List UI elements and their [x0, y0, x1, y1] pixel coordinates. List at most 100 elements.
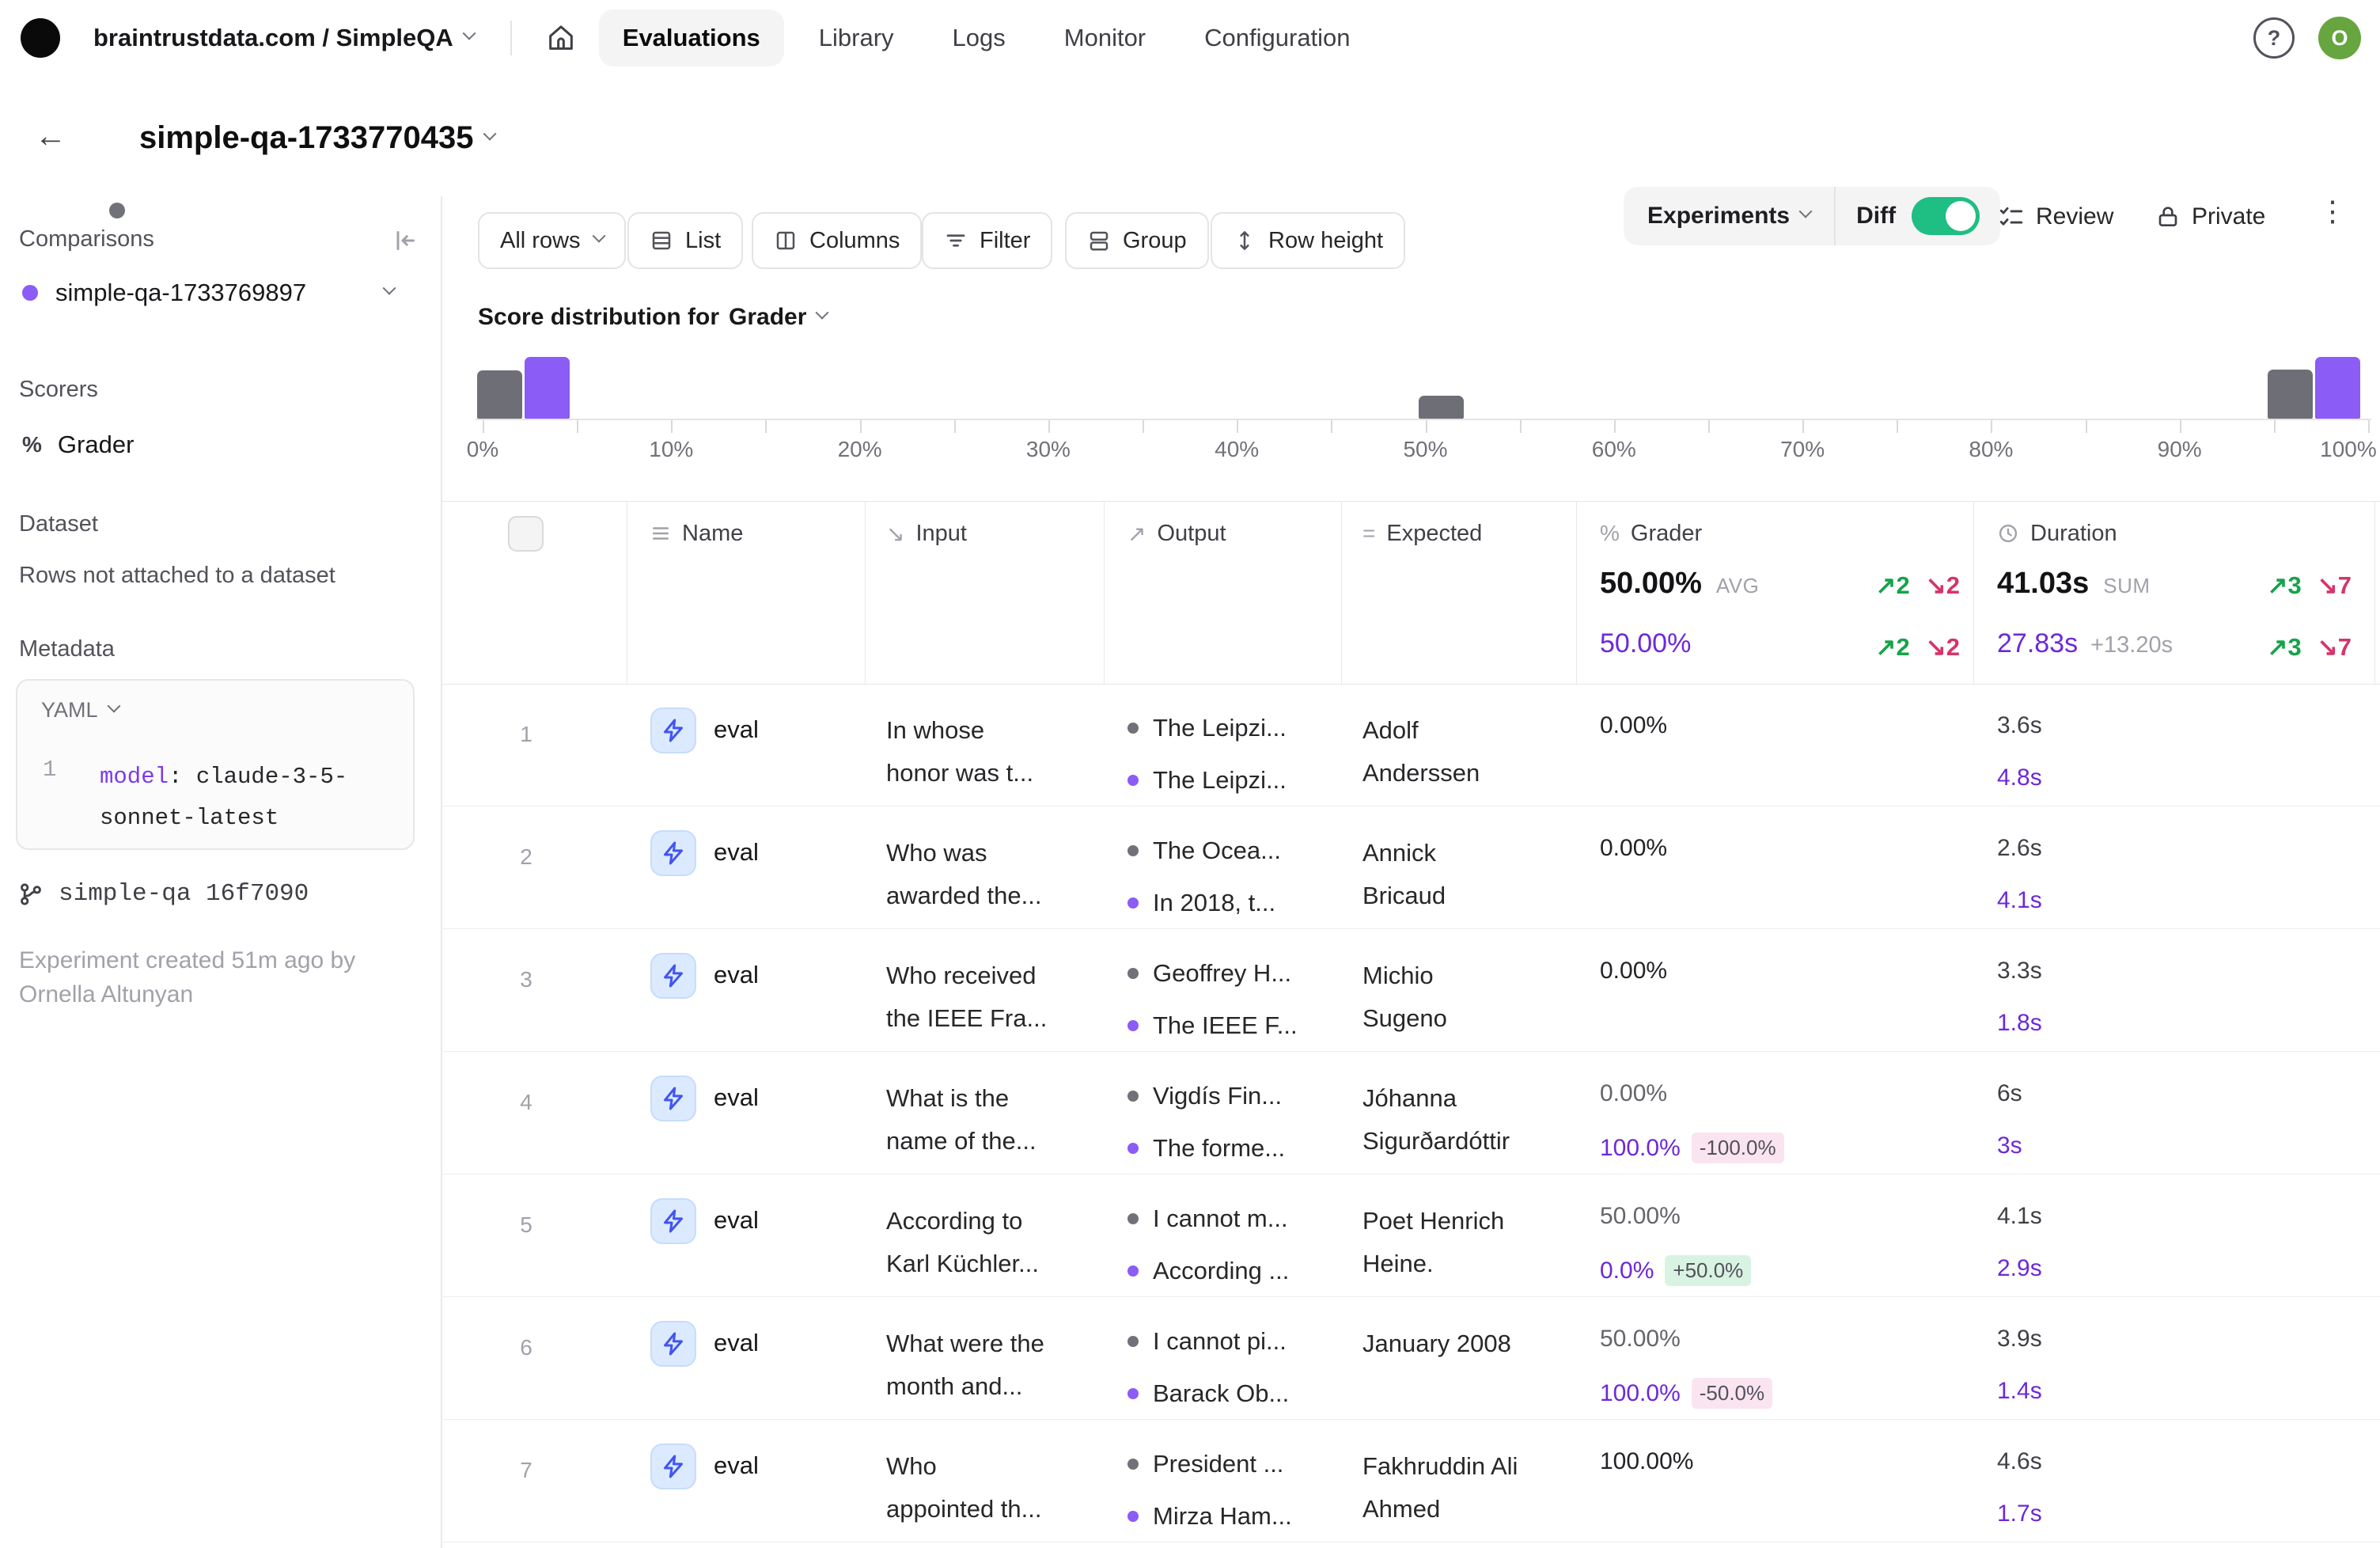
- scorer-item[interactable]: % Grader: [22, 431, 134, 459]
- axis-tick: [2086, 420, 2087, 433]
- expected-cell[interactable]: AnnickBricaud: [1362, 832, 1592, 917]
- span-name[interactable]: eval: [714, 715, 759, 744]
- output-current-line[interactable]: The Leipzi...: [1127, 714, 1287, 742]
- expected-cell[interactable]: JóhannaSigurðardóttir: [1362, 1077, 1592, 1163]
- expected-cell[interactable]: January 2008: [1362, 1322, 1592, 1365]
- tab-library[interactable]: Library: [795, 9, 918, 66]
- sidebar-collapse-button[interactable]: [391, 226, 419, 255]
- expected-cell[interactable]: Fakhruddin AliAhmed: [1362, 1445, 1592, 1531]
- input-cell[interactable]: In whosehonor was t...: [886, 709, 1112, 795]
- tab-monitor[interactable]: Monitor: [1040, 9, 1169, 66]
- column-header-expected[interactable]: = Expected: [1362, 514, 1482, 552]
- experiment-branch-link[interactable]: simple-qa 16f7090: [17, 880, 309, 908]
- comparison-experiment-item[interactable]: simple-qa-1733769897: [22, 279, 418, 307]
- column-label-output: Output: [1157, 521, 1226, 547]
- created-note-line2: Ornella Altunyan: [19, 981, 193, 1007]
- column-separator: [865, 501, 866, 684]
- input-cell[interactable]: According toKarl Küchler...: [886, 1200, 1112, 1285]
- row-number: 4: [510, 1090, 542, 1115]
- column-header-duration[interactable]: Duration: [1997, 514, 2117, 552]
- expected-cell[interactable]: AdolfAnderssen: [1362, 709, 1592, 795]
- span-name[interactable]: eval: [714, 1083, 759, 1112]
- home-button[interactable]: [545, 22, 577, 54]
- grader-score-current: 0.00%: [1600, 835, 1667, 862]
- column-header-name[interactable]: Name: [650, 514, 743, 552]
- avatar[interactable]: O: [2318, 17, 2361, 59]
- span-name[interactable]: eval: [714, 1451, 759, 1480]
- output-current-text: Geoffrey H...: [1153, 959, 1291, 988]
- histogram-bar-comparison[interactable]: [2315, 357, 2360, 419]
- back-button[interactable]: ←: [35, 117, 66, 155]
- chevron-down-icon: [816, 306, 829, 320]
- org-project-switcher[interactable]: braintrustdata.com / SimpleQA: [93, 24, 474, 52]
- rows-icon: [650, 523, 671, 544]
- span-name[interactable]: eval: [714, 1206, 759, 1235]
- nav-right: ? O: [2253, 0, 2361, 76]
- help-button[interactable]: ?: [2253, 17, 2295, 59]
- row-height-button[interactable]: Row height: [1211, 212, 1405, 269]
- list-view-button[interactable]: List: [627, 212, 743, 269]
- output-comparison-line[interactable]: According ...: [1127, 1257, 1289, 1285]
- row-number: 5: [510, 1212, 542, 1238]
- expected-cell[interactable]: MichioSugeno: [1362, 954, 1592, 1040]
- output-current-line[interactable]: I cannot pi...: [1127, 1327, 1287, 1356]
- output-comparison-line[interactable]: Mirza Ham...: [1127, 1502, 1292, 1531]
- chevron-down-icon: [592, 230, 605, 243]
- output-current-line[interactable]: The Ocea...: [1127, 837, 1281, 865]
- column-header-grader[interactable]: % Grader: [1600, 514, 1702, 552]
- filter-button[interactable]: Filter: [922, 212, 1052, 269]
- table-row[interactable]: 4 eval What is thename of the... Vigdís Fin…: [441, 1052, 2380, 1174]
- eval-span-icon: [650, 1198, 696, 1244]
- table-row[interactable]: 5 eval According toKarl Küchler... I cannot…: [441, 1174, 2380, 1297]
- column-header-output[interactable]: ↗ Output: [1127, 514, 1226, 552]
- tab-logs[interactable]: Logs: [929, 9, 1029, 66]
- tab-evaluations[interactable]: Evaluations: [599, 9, 784, 66]
- table-row[interactable]: 1evalIn whosehonor was t...The Leipzi...…: [441, 684, 2380, 806]
- yaml-format-dropdown[interactable]: YAML: [41, 698, 119, 723]
- code-line[interactable]: model: claude-3-5-sonnet-latest: [100, 757, 400, 839]
- span-name[interactable]: eval: [714, 838, 759, 867]
- histogram-bar-comparison[interactable]: [525, 357, 570, 419]
- rows-filter-dropdown[interactable]: All rows: [478, 212, 626, 269]
- duration-current: 3.9s: [1997, 1326, 2042, 1353]
- input-cell[interactable]: What were themonth and...: [886, 1322, 1112, 1408]
- column-header-input[interactable]: ↘ Input: [886, 514, 967, 552]
- expected-cell[interactable]: Poet HenrichHeine.: [1362, 1200, 1592, 1285]
- input-cell[interactable]: Whoappointed th...: [886, 1445, 1112, 1531]
- output-comparison-line[interactable]: Barack Ob...: [1127, 1379, 1289, 1408]
- output-comparison-line[interactable]: The IEEE F...: [1127, 1011, 1298, 1040]
- output-comparison-line[interactable]: In 2018, t...: [1127, 889, 1275, 917]
- experiment-title-menu[interactable]: simple-qa-1733770435: [139, 120, 495, 156]
- grader-cmp-regression-summary: ↗2 ↘2: [1841, 633, 1960, 662]
- input-cell[interactable]: What is thename of the...: [886, 1077, 1112, 1163]
- output-current-line[interactable]: President ...: [1127, 1450, 1283, 1478]
- output-current-line[interactable]: Geoffrey H...: [1127, 959, 1291, 988]
- table-row[interactable]: 6evalWhat were themonth and...I cannot p…: [441, 1297, 2380, 1420]
- select-all-checkbox[interactable]: [508, 516, 544, 552]
- histogram-bar-current[interactable]: [2268, 370, 2313, 419]
- group-button[interactable]: Group: [1065, 212, 1209, 269]
- histogram-bar-current[interactable]: [1419, 396, 1464, 419]
- output-current-line[interactable]: I cannot m...: [1127, 1205, 1288, 1233]
- comparison-experiment-dot: [1127, 1143, 1139, 1154]
- score-distribution-dropdown[interactable]: Score distribution for Grader: [478, 304, 827, 331]
- table-row[interactable]: 3evalWho receivedthe IEEE Fra...Geoffrey…: [441, 929, 2380, 1052]
- input-cell[interactable]: Who receivedthe IEEE Fra...: [886, 954, 1112, 1040]
- tab-configuration[interactable]: Configuration: [1181, 9, 1374, 66]
- span-name[interactable]: eval: [714, 961, 759, 989]
- regressions-count: ↘2: [1926, 633, 1960, 662]
- output-comparison-line[interactable]: The Leipzi...: [1127, 766, 1287, 795]
- output-comparison-text: The IEEE F...: [1153, 1011, 1298, 1040]
- output-current-line[interactable]: Vigdís Fin...: [1127, 1082, 1282, 1110]
- input-cell[interactable]: Who wasawarded the...: [886, 832, 1112, 917]
- columns-button[interactable]: Columns: [752, 212, 922, 269]
- table-row[interactable]: 2evalWho wasawarded the...The Ocea...In …: [441, 806, 2380, 929]
- table-row[interactable]: 7evalWhoappointed th...President ...Mirz…: [441, 1420, 2380, 1542]
- help-icon: ?: [2268, 26, 2281, 51]
- code-value-line2: sonnet-latest: [100, 805, 279, 831]
- chevron-down-icon: [383, 282, 396, 295]
- score-distribution-chart[interactable]: 0%10%20%30%40%50%60%70%80%90%100%: [441, 355, 2380, 465]
- span-name[interactable]: eval: [714, 1329, 759, 1357]
- histogram-bar-current[interactable]: [477, 370, 522, 419]
- output-comparison-line[interactable]: The forme...: [1127, 1134, 1285, 1163]
